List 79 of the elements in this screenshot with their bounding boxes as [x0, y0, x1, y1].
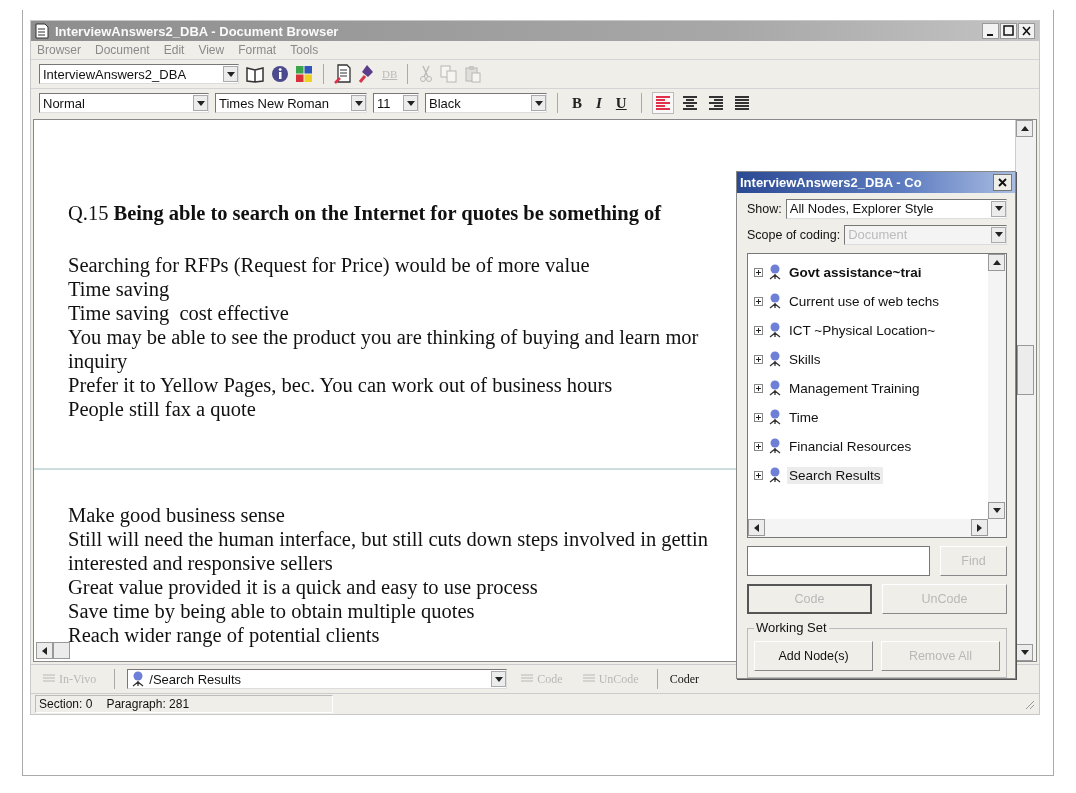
document-text-line: Still will need the human interface, but still cuts down steps involved in gettin [68, 527, 708, 551]
scroll-right-icon[interactable] [971, 519, 988, 536]
tree-node[interactable]: Current use of web techs [787, 292, 942, 310]
expand-icon[interactable] [754, 296, 763, 306]
bold-button[interactable]: B [568, 94, 586, 112]
expand-icon[interactable] [754, 325, 763, 335]
question-heading: Q.15 Being able to search on the Internet for quotes be something of [68, 201, 662, 225]
window-title: InterviewAnswers2_DBA - Document Browser [55, 23, 340, 39]
group-title: Working Set [754, 620, 829, 635]
document-text-line: Great value provided it is a quick and easy to use process [68, 575, 538, 599]
person-node-icon [768, 380, 782, 397]
expand-icon[interactable] [754, 354, 763, 364]
add-nodes-button[interactable]: Add Node(s) [754, 641, 873, 671]
scroll-up-icon[interactable] [988, 253, 1005, 271]
file-dropdown[interactable]: InterviewAnswers2_DBA [39, 64, 239, 84]
tree-node[interactable]: Time [787, 408, 821, 426]
person-node-icon [768, 322, 782, 339]
scroll-down-icon[interactable] [988, 502, 1005, 519]
lines-icon [43, 674, 55, 684]
paragraph-status: Paragraph: 281 [106, 697, 190, 711]
lines-icon [582, 674, 595, 684]
tree-node[interactable]: Govt assistance~trai [787, 263, 924, 281]
expand-icon[interactable] [754, 383, 763, 393]
tree-node[interactable]: Management Training [787, 379, 922, 397]
section-status: Section: 0 [39, 697, 93, 711]
scrollbar-thumb[interactable] [1017, 345, 1034, 395]
document-icon [35, 23, 49, 39]
info-icon[interactable] [271, 65, 289, 83]
tree-node[interactable]: Financial Resources [787, 437, 914, 455]
resize-grip-icon[interactable] [1023, 698, 1035, 710]
tree-node[interactable]: Skills [787, 350, 823, 368]
scroll-left-icon[interactable] [748, 519, 765, 536]
document-text-line: People still fax a quote [68, 397, 256, 421]
italic-button[interactable]: I [592, 94, 606, 112]
find-field[interactable] [747, 546, 930, 576]
scrollbar-thumb[interactable] [53, 642, 70, 659]
book-icon[interactable] [245, 65, 265, 83]
node-dropdown[interactable]: /Search Results [127, 669, 508, 689]
show-dropdown[interactable]: All Nodes, Explorer Style [785, 198, 1007, 219]
person-node-icon [768, 264, 782, 281]
document-text-line: Time saving [68, 277, 170, 301]
document-text-line: Time saving cost effective [68, 301, 289, 325]
scroll-up-icon[interactable] [1016, 120, 1033, 137]
scroll-left-icon[interactable] [36, 642, 53, 659]
document-text-line: Searching for RFPs (Request for Price) would be of more value [68, 253, 590, 277]
document-text-line: Prefer it to Yellow Pages, bec. You can work out of business hours [68, 373, 613, 397]
expand-icon[interactable] [754, 470, 763, 480]
color-grid-icon[interactable] [295, 65, 313, 83]
color-dropdown[interactable]: Black [425, 93, 547, 113]
scope-label: Scope of coding: [747, 227, 841, 242]
document-text-line: Make good business sense [68, 503, 285, 527]
align-left-icon[interactable] [651, 92, 674, 114]
tree-node[interactable]: Search Results [787, 466, 883, 484]
size-dropdown[interactable]: 11 [373, 93, 419, 113]
document-text-line: interested and responsive sellers [68, 551, 333, 575]
person-node-icon [768, 293, 782, 310]
document-text-line: inquiry [68, 349, 128, 373]
person-node-icon [768, 351, 782, 368]
close-icon[interactable] [993, 173, 1012, 191]
document-icon[interactable] [334, 64, 352, 84]
document-text-line: Reach wider range of potential clients [68, 623, 380, 647]
underline-button[interactable]: U [611, 94, 631, 112]
pin-icon[interactable] [358, 64, 376, 84]
tree-node[interactable]: ICT ~Physical Location~ [787, 321, 938, 339]
font-dropdown[interactable]: Times New Roman [215, 93, 367, 113]
document-text-line: You may be able to see the product you are thinking of buying and learn mor [68, 325, 699, 349]
person-node-icon [768, 409, 782, 426]
expand-icon[interactable] [754, 441, 763, 451]
person-node-icon [131, 671, 146, 687]
style-dropdown[interactable]: Normal [39, 93, 209, 113]
show-label: Show: [747, 201, 782, 216]
person-node-icon [768, 467, 782, 484]
expand-icon[interactable] [754, 412, 763, 422]
expand-icon[interactable] [754, 267, 763, 277]
panel-title: InterviewAnswers2_DBA - Co [740, 174, 923, 190]
person-node-icon [768, 438, 782, 455]
document-text-line: Save time by being able to obtain multiple quotes [68, 599, 475, 623]
lines-icon [521, 674, 534, 684]
coder-button[interactable]: Coder [669, 671, 699, 687]
